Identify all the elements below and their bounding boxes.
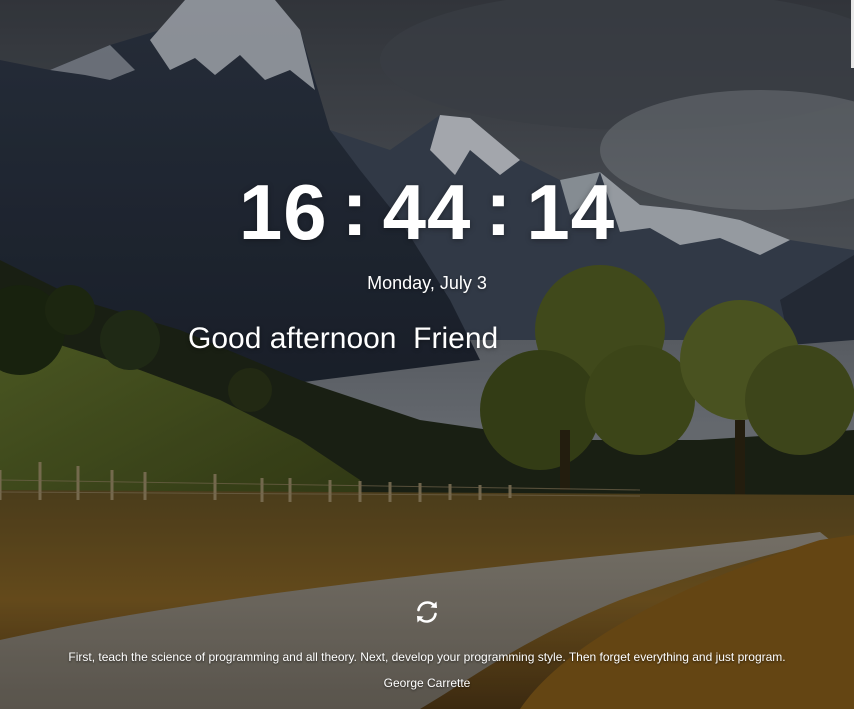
quote-text: First, teach the science of programming … (68, 650, 786, 664)
clock-separator: : (485, 164, 513, 252)
greeting-name[interactable]: Friend (413, 322, 498, 355)
new-tab-dashboard: 16:44:14 Monday, July 3 Good afternoon F… (0, 0, 854, 709)
refresh-icon (417, 601, 437, 623)
clock-seconds: 14 (526, 168, 616, 256)
clock-separator: : (341, 164, 369, 252)
greeting-salutation: Good afternoon (188, 322, 397, 355)
greeting: Good afternoon Friend (188, 319, 498, 359)
refresh-quote-button[interactable] (412, 597, 442, 627)
quote-author: George Carrette (383, 676, 471, 690)
clock: 16:44:14 (0, 164, 854, 256)
clock-minutes: 44 (382, 168, 472, 256)
clock-hours: 16 (238, 168, 328, 256)
date-label: Monday, July 3 (367, 273, 487, 293)
